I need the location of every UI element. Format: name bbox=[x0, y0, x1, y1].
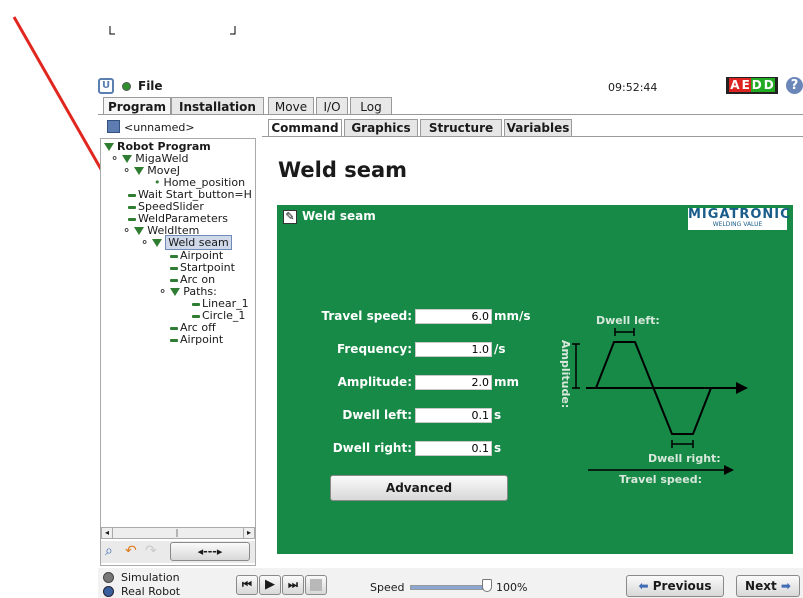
tab-variables[interactable]: Variables bbox=[504, 119, 572, 136]
subtab-divider bbox=[262, 136, 803, 137]
frequency-unit: /s bbox=[494, 342, 506, 356]
file-menu[interactable]: File bbox=[138, 79, 163, 93]
panel-title: Weld seam bbox=[302, 209, 376, 223]
travel-speed-diagram-label: Travel speed: bbox=[619, 473, 702, 486]
dwell-right-unit: s bbox=[494, 441, 502, 455]
travel-speed-label: Travel speed: bbox=[321, 309, 412, 323]
speed-value: 100% bbox=[496, 581, 528, 594]
travel-speed-input[interactable]: 6.0 bbox=[415, 309, 492, 324]
tab-structure[interactable]: Structure bbox=[420, 119, 502, 136]
amplitude-unit: mm bbox=[494, 375, 520, 389]
migatronic-logo: MIGATRONIC WELDING VALUE bbox=[688, 207, 791, 230]
clock: 09:52:44 bbox=[608, 81, 658, 94]
simulation-radio[interactable] bbox=[103, 572, 114, 583]
dwell-left-unit: s bbox=[494, 408, 502, 422]
simulation-label: Simulation bbox=[121, 571, 180, 584]
program-tree[interactable]: Robot Program ⚬ MigaWeld ⚬ MoveJ • Home_pos… bbox=[102, 140, 254, 520]
amplitude-diagram-label: Amplitude: bbox=[559, 340, 572, 409]
stop-button[interactable] bbox=[305, 575, 327, 595]
tab-divider bbox=[98, 114, 803, 115]
tab-log[interactable]: Log bbox=[350, 97, 392, 115]
tab-installation[interactable]: Installation bbox=[171, 97, 264, 115]
help-icon[interactable]: ? bbox=[786, 77, 803, 94]
travel-speed-unit: mm/s bbox=[494, 309, 531, 323]
real-robot-label: Real Robot bbox=[121, 585, 181, 598]
dwell-right-diagram-label: Dwell right: bbox=[648, 452, 721, 465]
dwell-left-diagram-label: Dwell left: bbox=[596, 314, 660, 327]
robot-logo-icon: U bbox=[98, 78, 114, 94]
amplitude-label: Amplitude: bbox=[337, 375, 412, 389]
amplitude-input[interactable]: 2.0 bbox=[415, 375, 492, 390]
move-arrows-button[interactable]: ◂---▸ bbox=[170, 542, 250, 561]
weave-diagram bbox=[572, 328, 748, 475]
tab-command[interactable]: Command bbox=[268, 119, 342, 136]
dwell-left-label: Dwell left: bbox=[342, 408, 412, 422]
tree-item-airpoint-2[interactable]: Airpoint bbox=[170, 334, 223, 346]
advanced-button[interactable]: Advanced bbox=[330, 475, 508, 501]
tree-scrollbar[interactable]: ◂ ‖ ▸ bbox=[101, 527, 255, 539]
previous-button[interactable]: ⬅ Previous bbox=[626, 575, 724, 597]
tab-io[interactable]: I/O bbox=[316, 97, 348, 115]
status-dot-icon bbox=[122, 82, 131, 91]
frequency-label: Frequency: bbox=[336, 342, 412, 356]
save-icon[interactable] bbox=[107, 120, 120, 133]
program-name: <unnamed> bbox=[124, 121, 195, 134]
pencil-icon: ✎ bbox=[283, 210, 297, 224]
dwell-right-label: Dwell right: bbox=[332, 441, 412, 455]
previous-arrow-icon: ⬅ bbox=[638, 579, 649, 593]
tree-item-weld-seam[interactable]: ⚬ Weld seam bbox=[140, 235, 232, 250]
dwell-left-input[interactable]: 0.1 bbox=[415, 408, 492, 423]
tab-move[interactable]: Move bbox=[268, 97, 314, 115]
real-robot-radio[interactable] bbox=[103, 586, 114, 597]
speed-slider-fill bbox=[411, 586, 489, 589]
rewind-button[interactable]: ⏮ bbox=[236, 575, 258, 595]
aedd-badge[interactable]: AEDD bbox=[726, 77, 778, 94]
next-button[interactable]: Next ➡ bbox=[736, 575, 800, 597]
tab-program[interactable]: Program bbox=[103, 97, 171, 115]
header-bar: U File 09:52:44 AEDD ? bbox=[98, 77, 803, 97]
play-button[interactable]: ▶ bbox=[259, 575, 281, 595]
frequency-input[interactable]: 1.0 bbox=[415, 342, 492, 357]
undo-icon[interactable]: ↶ bbox=[125, 543, 141, 559]
tab-graphics[interactable]: Graphics bbox=[344, 119, 418, 136]
speed-label: Speed bbox=[370, 581, 405, 594]
search-icon[interactable]: ⌕ bbox=[105, 543, 121, 559]
speed-slider-knob[interactable] bbox=[482, 579, 492, 592]
step-button[interactable]: ⏭ bbox=[282, 575, 304, 595]
redo-icon[interactable]: ↷ bbox=[145, 543, 161, 559]
next-arrow-icon: ➡ bbox=[780, 579, 791, 593]
speed-slider[interactable] bbox=[410, 585, 490, 590]
page-title: Weld seam bbox=[278, 158, 407, 182]
dwell-right-input[interactable]: 0.1 bbox=[415, 441, 492, 456]
